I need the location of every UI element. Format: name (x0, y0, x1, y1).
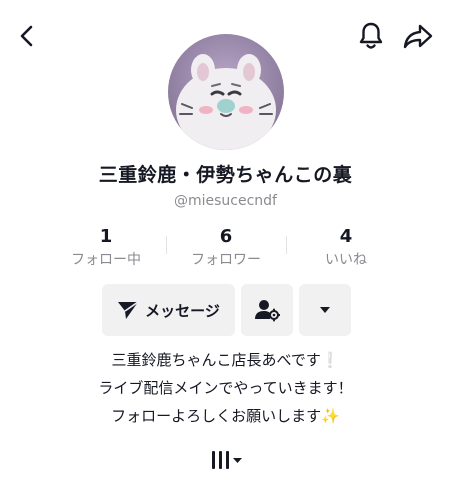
display-name: 三重鈴鹿・伊勢ちゃんこの裏 (98, 164, 353, 186)
stat-followers[interactable]: 6 フォロワー (166, 226, 286, 269)
bio-line: 三重鈴鹿ちゃんこ店長あべです❕ (111, 351, 340, 369)
message-button[interactable]: メッセージ (102, 284, 235, 336)
more-options-button[interactable] (299, 284, 351, 336)
user-handle: @miesucecndf (173, 193, 277, 209)
stat-following-label: フォロー中 (71, 252, 141, 268)
bio-line: ライブ配信メインでやっていきます！ (98, 379, 353, 397)
hamster-avatar-image (168, 34, 284, 150)
stat-likes-label: いいね (325, 252, 367, 268)
content-tab-bar (0, 448, 451, 472)
back-button[interactable] (12, 20, 42, 52)
bio-line: フォローよろしくお願いします✨ (111, 407, 340, 425)
add-friend-icon (255, 300, 280, 322)
send-icon (118, 301, 139, 319)
stat-following[interactable]: 1 フォロー中 (46, 226, 166, 269)
stat-likes[interactable]: 4 いいね (286, 226, 406, 269)
grid-icon (211, 451, 242, 469)
sparkle-icon: ✨ (321, 407, 340, 425)
stat-followers-count: 6 (219, 226, 233, 247)
bell-icon (359, 22, 383, 49)
message-button-label: メッセージ (145, 301, 220, 320)
bio: 三重鈴鹿ちゃんこ店長あべです❕ ライブ配信メインでやっていきます！ フォローよろ… (0, 346, 451, 430)
stat-likes-count: 4 (339, 226, 353, 247)
notifications-button[interactable] (354, 19, 388, 53)
stat-followers-label: フォロワー (191, 252, 261, 268)
dropdown-icon (320, 307, 330, 313)
share-button[interactable] (400, 19, 436, 53)
avatar[interactable] (168, 34, 284, 150)
stats-row: 1 フォロー中 6 フォロワー 4 いいね (46, 226, 406, 270)
share-icon (403, 24, 433, 49)
exclamation-icon: ❕ (320, 351, 340, 369)
grid-tab[interactable] (206, 448, 246, 472)
stat-following-count: 1 (99, 226, 113, 247)
back-arrow-icon (20, 25, 33, 47)
add-friend-button[interactable] (241, 284, 293, 336)
